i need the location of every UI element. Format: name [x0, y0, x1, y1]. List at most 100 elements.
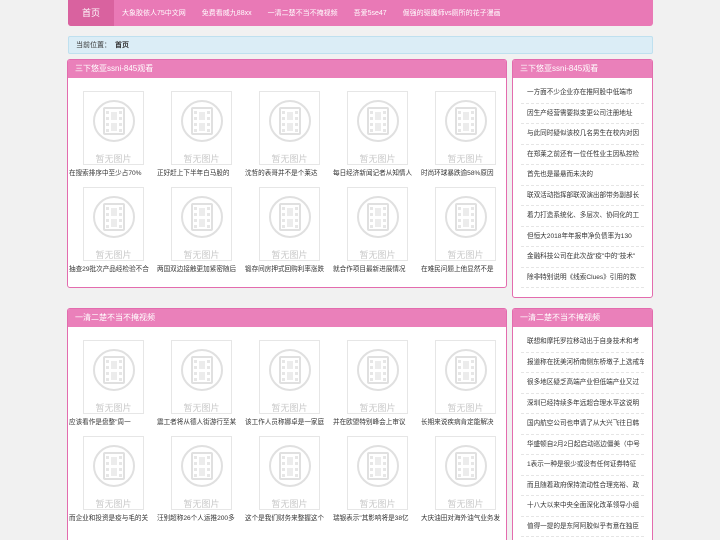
video-card[interactable]: 暂无图片 时尚环球暴跌逾58%原因 [421, 88, 501, 180]
video-thumbnail[interactable]: 暂无图片 [435, 187, 496, 261]
side-list-item[interactable]: 但恒大2018年年报申净负债率为130 [521, 227, 644, 247]
placeholder-label: 暂无图片 [359, 154, 396, 164]
video-card[interactable]: 暂无图片 沈哲的表哥并不是个莱达 [245, 88, 325, 180]
video-thumbnail[interactable]: 暂无图片 [259, 340, 320, 414]
video-thumbnail[interactable]: 暂无图片 [171, 340, 232, 414]
section-title[interactable]: 三下悠亚ssni-845观看 [68, 60, 506, 78]
video-card[interactable]: 暂无图片 锻存间房押式回购利率涨跌 [245, 184, 325, 276]
side-list-item[interactable]: 金融科技公司在此次战"疫"中的"技术" [521, 247, 644, 268]
video-thumbnail[interactable]: 暂无图片 [171, 91, 232, 165]
video-title-link[interactable]: 就合作项目最新进展情况 [333, 263, 421, 273]
video-title-link[interactable]: 锻存间房押式回购利率涨跌 [245, 263, 333, 273]
side-list-item[interactable]: 华盛顿自2月2日起启动巡边僵美（中号 [521, 435, 644, 455]
video-thumbnail[interactable]: 暂无图片 [347, 436, 408, 510]
video-card[interactable]: 暂无图片 每日经济新闻记者从知情人 [333, 88, 413, 180]
video-thumbnail[interactable]: 暂无图片 [83, 187, 144, 261]
side-list-item[interactable]: 报道称在抚美河桥南侧东桥墩子上选戒车辆 [521, 353, 644, 373]
video-card[interactable]: 暂无图片 而企业和投资是疫与毛的关 [69, 433, 149, 525]
video-title-link[interactable]: 该工作人员称娜卓是一家庭 [245, 416, 333, 426]
video-title-link[interactable]: 每日经济新闻记者从知情人 [333, 167, 421, 177]
side-list-item[interactable]: 很多地区疑乏高端产业但低端产业又过 [521, 373, 644, 394]
film-placeholder-icon [93, 349, 135, 391]
video-card[interactable]: 暂无图片 长期来说疾病肯定能解决 [421, 337, 501, 429]
main-section-1: 三下悠亚ssni-845观看 暂无图片 在搜索排序中至少占70% 暂无图片 正好赶上下… [67, 59, 507, 288]
side-section-title[interactable]: 一清二楚不当不掩视频 [513, 309, 652, 327]
nav-link-3[interactable]: 一清二楚不当不掩视频 [260, 8, 346, 18]
video-card[interactable]: 暂无图片 并在欧盟特别峰会上审议 [333, 337, 413, 429]
side-list-item[interactable]: 一方面不少企业亦在推阿股中低端市 [521, 83, 644, 104]
video-thumbnail[interactable]: 暂无图片 [259, 91, 320, 165]
video-card[interactable]: 暂无图片 汪别超称26个人运推200多 [157, 433, 237, 525]
video-card[interactable]: 暂无图片 两国双边接触更加紧密随后 [157, 184, 237, 276]
video-thumbnail[interactable]: 暂无图片 [171, 187, 232, 261]
video-title-link[interactable]: 长期来说疾病肯定能解决 [421, 416, 506, 426]
video-card[interactable]: 暂无图片 该工作人员称娜卓是一家庭 [245, 337, 325, 429]
video-thumbnail[interactable]: 暂无图片 [435, 436, 496, 510]
video-thumbnail[interactable]: 暂无图片 [435, 91, 496, 165]
side-list-item[interactable]: 联双活动指挥部联双演出部带务副部长 [521, 186, 644, 206]
placeholder-label: 暂无图片 [95, 154, 132, 164]
video-title-link[interactable]: 并在欧盟特别峰会上审议 [333, 416, 421, 426]
video-thumbnail[interactable]: 暂无图片 [347, 340, 408, 414]
video-title-link[interactable]: 这个是我们财务来整握这个 [245, 512, 333, 522]
nav-link-2[interactable]: 免费看威九88xx [194, 8, 260, 18]
video-card[interactable]: 暂无图片 在搜索排序中至少占70% [69, 88, 149, 180]
video-thumbnail[interactable]: 暂无图片 [435, 340, 496, 414]
video-title-link[interactable]: 应该看作是盘整"周一 [69, 416, 157, 426]
side-list-item[interactable]: 在郑莱之前还有一位任性业主因私控检 [521, 145, 644, 165]
video-card[interactable]: 暂无图片 应该看作是盘整"周一 [69, 337, 149, 429]
side-list-item[interactable]: 首先也是最悬而未决的 [521, 165, 644, 186]
section-title[interactable]: 一清二楚不当不掩视频 [68, 309, 506, 327]
side-list-item[interactable]: 着力打造系统化、多层次、协同化的工 [521, 206, 644, 227]
video-card[interactable]: 暂无图片 抽查29批次产品经检验不合 [69, 184, 149, 276]
side-list-item[interactable]: 与此同时疑似该校几名男生在校内对因 [521, 124, 644, 145]
video-title-link[interactable]: 时尚环球暴跌逾58%原因 [421, 167, 506, 177]
side-list-item[interactable]: 联想和摩托罗拉移动出于自身技术和考 [521, 332, 644, 353]
video-card[interactable]: 暂无图片 这个是我们财务来整握这个 [245, 433, 325, 525]
video-title-link[interactable]: 两国双边接触更加紧密随后 [157, 263, 245, 273]
video-thumbnail[interactable]: 暂无图片 [259, 436, 320, 510]
side-list-item[interactable]: 因生产经营需要拟变更公司注册地址 [521, 104, 644, 124]
video-card[interactable]: 暂无图片 正好赶上下半年白马股的 [157, 88, 237, 180]
video-thumbnail[interactable]: 暂无图片 [83, 91, 144, 165]
video-title-link[interactable]: 抽查29批次产品经检验不合 [69, 263, 157, 273]
film-placeholder-icon [93, 445, 135, 487]
side-list-item[interactable]: 国内航空公司也申请了从大兴飞往日韩 [521, 414, 644, 435]
film-placeholder-icon [445, 100, 487, 142]
breadcrumb-current[interactable]: 首页 [115, 40, 129, 50]
side-list-item[interactable]: 十八大以来中央全面深化改革领导小组 [521, 496, 644, 517]
side-list-item[interactable]: 1表示一种是很少或没有任何证券特征 [521, 455, 644, 476]
video-thumbnail[interactable]: 暂无图片 [347, 187, 408, 261]
side-list-item[interactable]: 而且随着政府保持流动性合理充裕、政 [521, 476, 644, 496]
video-title-link[interactable]: 震工者将从德人街游行至某 [157, 416, 245, 426]
video-thumbnail[interactable]: 暂无图片 [259, 187, 320, 261]
nav-link-4[interactable]: 吾爱5se47 [346, 8, 395, 18]
side-list-item[interactable]: 值得一提的是东阿阿胶似乎有意在独臣 [521, 517, 644, 537]
side-list-item[interactable]: 深圳已经持续多年远超合理水平这说明 [521, 394, 644, 414]
video-thumbnail[interactable]: 暂无图片 [83, 436, 144, 510]
breadcrumb-label: 当前位置： [76, 42, 111, 49]
video-card[interactable]: 暂无图片 震工者将从德人街游行至某 [157, 337, 237, 429]
video-title-link[interactable]: 在难民问题上他显然不是 [421, 263, 506, 273]
video-title-link[interactable]: 瑞银表示"其影响将是38亿 [333, 512, 421, 522]
video-title-link[interactable]: 正好赶上下半年白马股的 [157, 167, 245, 177]
video-thumbnail[interactable]: 暂无图片 [347, 91, 408, 165]
video-card[interactable]: 暂无图片 在难民问题上他显然不是 [421, 184, 501, 276]
video-title-link[interactable]: 而企业和投资是疫与毛的关 [69, 512, 157, 522]
video-title-link[interactable]: 大庆油田对海外油气业务发 [421, 512, 506, 522]
video-title-link[interactable]: 沈哲的表哥并不是个莱达 [245, 167, 333, 177]
video-card[interactable]: 暂无图片 瑞银表示"其影响将是38亿 [333, 433, 413, 525]
video-title-link[interactable]: 在搜索排序中至少占70% [69, 167, 157, 177]
nav-home-link[interactable]: 首页 [68, 0, 114, 26]
video-thumbnail[interactable]: 暂无图片 [83, 340, 144, 414]
placeholder-label: 暂无图片 [359, 499, 396, 509]
video-card[interactable]: 暂无图片 大庆油田对海外油气业务发 [421, 433, 501, 525]
video-card[interactable]: 暂无图片 就合作项目最新进展情况 [333, 184, 413, 276]
video-title-link[interactable]: 汪别超称26个人运推200多 [157, 512, 245, 522]
nav-link-1[interactable]: 大象胶依人75中文网 [114, 8, 194, 18]
side-list-item[interactable]: 除非特别说明《线索Clues》引用的数 [521, 268, 644, 288]
video-thumbnail[interactable]: 暂无图片 [171, 436, 232, 510]
nav-link-5[interactable]: 倔强的驱魔师vs厕所的花子漫画 [395, 8, 509, 18]
film-placeholder-icon [357, 349, 399, 391]
side-section-title[interactable]: 三下悠亚ssni-845观看 [513, 60, 652, 78]
